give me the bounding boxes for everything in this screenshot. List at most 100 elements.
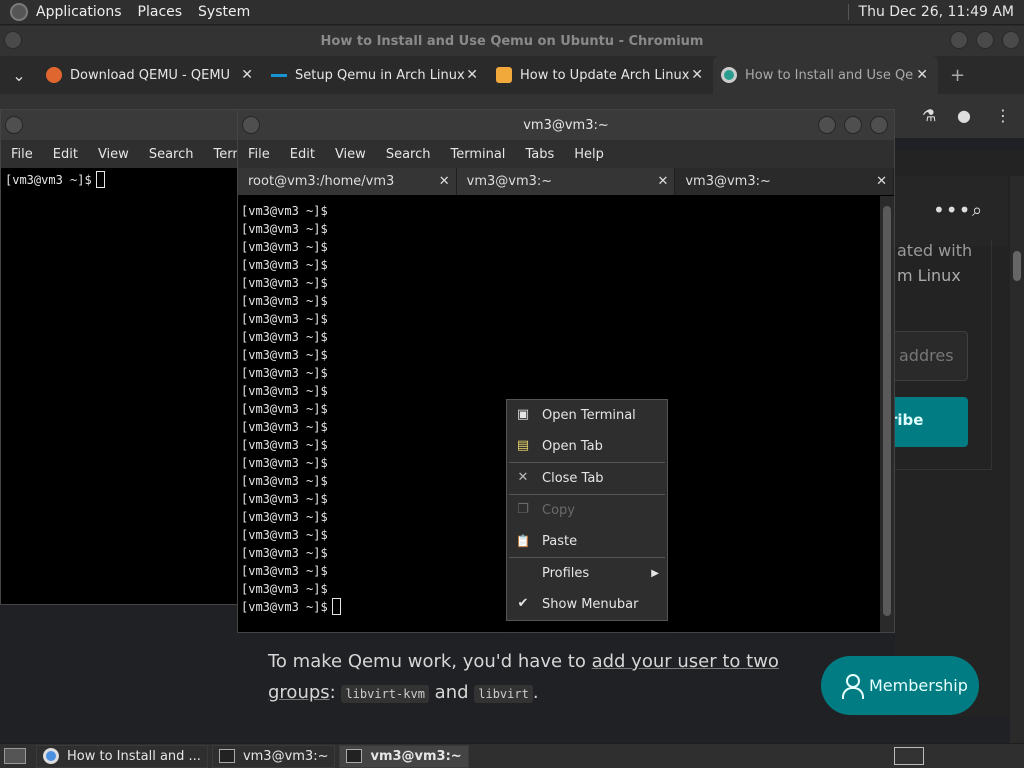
new-tab-button[interactable]: + (950, 65, 965, 86)
taskbar-item-chromium[interactable]: How to Install and ... (36, 744, 208, 768)
paragraph-text: : (329, 682, 342, 703)
terminal-line: [vm3@vm3 ~]$ (241, 330, 328, 344)
maximize-button[interactable] (976, 31, 994, 49)
tab-close-icon[interactable]: ✕ (876, 174, 887, 189)
tab-close-icon[interactable]: ✕ (691, 67, 703, 83)
browser-tab-qemu-download[interactable]: Download QEMU - QEMU ✕ (38, 59, 263, 91)
window-menu-button[interactable] (242, 116, 260, 134)
tab-close-icon[interactable]: ✕ (916, 67, 928, 83)
menu-view[interactable]: View (88, 147, 139, 162)
person-icon (841, 673, 864, 699)
scrollbar-thumb[interactable] (883, 206, 891, 616)
maximize-button[interactable] (844, 116, 862, 134)
taskbar-item-terminal-1[interactable]: vm3@vm3:~ (211, 744, 336, 768)
menu-item-label: Open Terminal (542, 408, 636, 423)
menu-system[interactable]: System (190, 4, 258, 20)
browser-tab-label: How to Install and Use Qe (745, 67, 914, 83)
terminal-icon: ▣ (516, 407, 530, 422)
paragraph-text: To make Qemu work, you'd have to (268, 651, 592, 672)
browser-tab-label: How to Update Arch Linux (520, 67, 690, 83)
text-cursor (95, 171, 105, 188)
terminal-line: [vm3@vm3 ~]$ (241, 258, 328, 272)
menu-places[interactable]: Places (130, 4, 191, 20)
terminal-tab-label: vm3@vm3:~ (685, 174, 771, 189)
chromium-titlebar[interactable]: How to Install and Use Qemu on Ubuntu - … (0, 26, 1024, 56)
taskbar-item-terminal-2[interactable]: vm3@vm3:~ (339, 744, 469, 768)
show-desktop-icon[interactable] (4, 748, 26, 764)
terminal-prompt: [vm3@vm3 ~]$ (241, 600, 328, 614)
taskbar-item-label: How to Install and ... (67, 748, 201, 764)
terminal-tab-vm3-2[interactable]: vm3@vm3:~ ✕ (675, 168, 895, 195)
tab-close-icon[interactable]: ✕ (241, 67, 253, 83)
close-button[interactable] (870, 116, 888, 134)
panel-clock[interactable]: Thu Dec 26, 11:49 AM (847, 4, 1024, 20)
workspace-switcher-icon[interactable] (894, 747, 924, 765)
terminal-tab-root[interactable]: root@vm3:/home/vm3 ✕ (238, 168, 457, 195)
check-icon: ✔ (517, 596, 529, 611)
membership-button[interactable]: Membership (821, 656, 979, 715)
menu-item-paste[interactable]: 📋 Paste (507, 526, 667, 557)
distro-logo-icon[interactable] (10, 3, 28, 21)
terminal-line: [vm3@vm3 ~]$ (241, 276, 328, 290)
menu-item-show-menubar[interactable]: ✔ Show Menubar (507, 589, 667, 620)
terminal-line: [vm3@vm3 ~]$ (241, 240, 328, 254)
submenu-arrow-icon: ▶ (651, 568, 659, 579)
menu-view[interactable]: View (325, 147, 376, 162)
qemu-icon (46, 67, 62, 83)
terminal-window-back[interactable]: File Edit View Search Term [vm3@vm3 ~]$ (0, 109, 245, 605)
code-libvirt: libvirt (474, 685, 533, 703)
menu-file[interactable]: File (1, 147, 43, 162)
tab-search-dropdown-icon[interactable]: ⌄ (0, 66, 38, 85)
tab-close-icon[interactable]: ✕ (466, 67, 478, 83)
terminal-tab-vm3-1[interactable]: vm3@vm3:~ ✕ (456, 168, 676, 195)
minimize-button[interactable] (950, 31, 968, 49)
browser-tab-arch-setup[interactable]: Setup Qemu in Arch Linux ✕ (263, 59, 488, 91)
terminal-tabbar: root@vm3:/home/vm3 ✕ vm3@vm3:~ ✕ vm3@vm3… (238, 168, 895, 195)
menu-item-close-tab[interactable]: ✕ Close Tab (507, 463, 667, 494)
terminal-output[interactable]: [vm3@vm3 ~]$ (1, 168, 239, 188)
window-menu-button[interactable] (4, 31, 22, 49)
close-icon: ✕ (517, 470, 529, 485)
new-tab-icon: ▤ (516, 438, 530, 453)
terminal-tab-label: vm3@vm3:~ (466, 174, 553, 189)
terminal-titlebar[interactable]: vm3@vm3:~ (238, 110, 894, 140)
menu-item-profiles[interactable]: Profiles ▶ (507, 558, 667, 589)
terminal-scrollbar[interactable] (880, 196, 894, 632)
menu-item-open-terminal[interactable]: ▣ Open Terminal (507, 400, 667, 431)
site-favicon-icon (496, 67, 512, 83)
minimize-button[interactable] (818, 116, 836, 134)
terminal-prompt: [vm3@vm3 ~]$ (5, 173, 92, 187)
browser-tab-arch-update[interactable]: How to Update Arch Linux ✕ (488, 59, 713, 91)
terminal-menubar: File Edit View Search Terminal Tabs Help (238, 140, 894, 168)
menu-search[interactable]: Search (139, 147, 204, 162)
tab-close-icon[interactable]: ✕ (657, 174, 668, 189)
window-menu-button[interactable] (5, 116, 23, 134)
terminal-titlebar[interactable] (1, 110, 239, 140)
browser-menu-icon[interactable]: ⋮ (995, 106, 1011, 125)
menu-item-open-tab[interactable]: ▤ Open Tab (507, 431, 667, 462)
top-panel: Applications Places System Thu Dec 26, 1… (0, 0, 1024, 25)
scrollbar-thumb[interactable] (1013, 251, 1021, 281)
more-options-icon[interactable]: ••• (933, 198, 971, 222)
search-icon[interactable]: ⌕ (972, 200, 982, 221)
page-scrollbar[interactable] (1010, 176, 1024, 743)
menu-item-label: Profiles (542, 566, 590, 581)
menu-applications[interactable]: Applications (28, 4, 130, 20)
menu-search[interactable]: Search (376, 147, 441, 162)
terminal-line: [vm3@vm3 ~]$ (241, 312, 328, 326)
terminal-context-menu: ▣ Open Terminal ▤ Open Tab ✕ Close Tab ❐… (506, 399, 668, 621)
menu-file[interactable]: File (238, 147, 280, 162)
terminal-icon (346, 749, 363, 763)
tab-close-icon[interactable]: ✕ (439, 174, 450, 189)
taskbar-item-label: vm3@vm3:~ (370, 748, 462, 764)
close-button[interactable] (1002, 31, 1020, 49)
profile-icon[interactable]: ● (957, 106, 971, 125)
browser-tab-qemu-ubuntu[interactable]: How to Install and Use Qe ✕ (713, 56, 938, 94)
menu-terminal[interactable]: Terminal (440, 147, 515, 162)
menu-help[interactable]: Help (564, 147, 614, 162)
menu-edit[interactable]: Edit (280, 147, 325, 162)
labs-icon[interactable]: ⚗ (922, 106, 936, 125)
menu-tabs[interactable]: Tabs (515, 147, 564, 162)
newsletter-text-line1: ated with (897, 241, 973, 260)
menu-edit[interactable]: Edit (43, 147, 88, 162)
